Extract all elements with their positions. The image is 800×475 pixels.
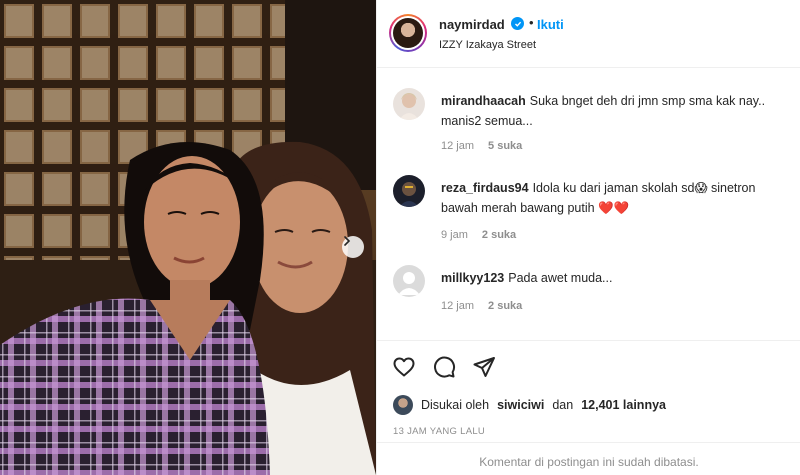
comment-icon [434, 356, 456, 378]
comment-time[interactable]: 12 jam [441, 300, 474, 312]
divider [377, 340, 800, 341]
share-button[interactable] [471, 354, 497, 380]
heart-icon [393, 357, 415, 377]
post-location[interactable]: IZZY Izakaya Street [439, 39, 536, 51]
comment-time[interactable]: 9 jam [441, 229, 468, 241]
likes-conjunction: dan [552, 398, 574, 412]
likes-summary: Disukai oleh siwiciwi dan 12,401 lainnya [393, 395, 666, 415]
commenter-username[interactable]: millkyy123 [441, 271, 504, 285]
comment-likes[interactable]: 2 suka [482, 229, 516, 241]
like-button[interactable] [391, 354, 417, 380]
comment-meta: 12 jam 2 suka [441, 300, 536, 312]
post-timestamp[interactable]: 13 JAM YANG LALU [393, 426, 485, 437]
comment-time[interactable]: 12 jam [441, 140, 474, 152]
author-avatar[interactable] [389, 14, 427, 52]
liker-username[interactable]: siwiciwi [497, 398, 544, 412]
divider [377, 442, 800, 443]
comment-message: Pada awet muda... [508, 271, 613, 285]
comment-text: mirandhaacah Suka bnget deh dri jmn smp s… [441, 91, 791, 131]
commenter-avatar[interactable] [393, 175, 425, 207]
chevron-right-icon [344, 236, 351, 246]
author-username[interactable]: naymirdad [439, 17, 505, 32]
comment-text: millkyy123 Pada awet muda... [441, 268, 791, 288]
comment-text: reza_firdaus94 Idola ku dari jaman skolah… [441, 178, 791, 218]
commenter-username[interactable]: mirandhaacah [441, 94, 526, 108]
likes-count[interactable]: 12,401 lainnya [581, 398, 666, 412]
post-header: naymirdad • Ikuti IZZY Izakaya Street [377, 0, 800, 68]
post-details-panel: naymirdad • Ikuti IZZY Izakaya Street mi… [376, 0, 800, 475]
comment-button[interactable] [431, 354, 457, 380]
send-icon [473, 357, 495, 377]
commenter-avatar[interactable] [393, 265, 425, 297]
separator-dot: • [529, 15, 534, 30]
likes-prefix: Disukai oleh [421, 398, 490, 412]
commenter-avatar[interactable] [393, 88, 425, 120]
liker-avatar[interactable] [393, 395, 413, 415]
comment-likes[interactable]: 5 suka [488, 140, 522, 152]
follow-button[interactable]: Ikuti [537, 17, 564, 32]
comment-meta: 12 jam 5 suka [441, 140, 536, 152]
commenter-username[interactable]: reza_firdaus94 [441, 181, 529, 195]
next-photo-button[interactable] [342, 236, 364, 258]
action-bar [391, 354, 497, 380]
verified-badge-icon [511, 17, 524, 30]
post-photo [0, 0, 376, 475]
comments-limited-notice: Komentar di postingan ini sudah dibatasi… [479, 455, 699, 469]
photo-illustration [0, 0, 376, 475]
comment-likes[interactable]: 2 suka [488, 300, 522, 312]
comment-meta: 9 jam 2 suka [441, 229, 530, 241]
